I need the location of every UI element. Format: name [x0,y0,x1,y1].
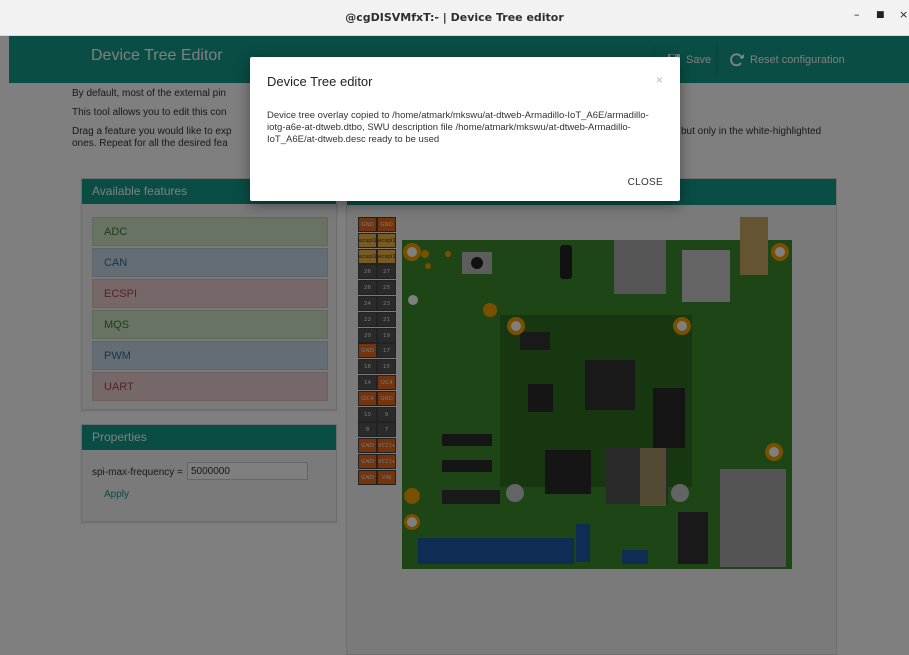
maximize-icon[interactable]: ■ [876,10,885,20]
dialog: Device Tree editor × Device tree overlay… [250,57,680,201]
dialog-title: Device Tree editor [267,74,373,89]
window-title: @cgDISVMfxT:- | Device Tree editor [345,11,564,24]
window-titlebar: @cgDISVMfxT:- | Device Tree editor – ■ × [0,0,909,36]
close-x-icon[interactable]: × [656,73,663,87]
close-button[interactable]: CLOSE [628,177,663,188]
dialog-message: Device tree overlay copied to /home/atma… [267,110,649,145]
minimize-icon[interactable]: – [854,8,860,21]
close-icon[interactable]: × [899,8,908,21]
